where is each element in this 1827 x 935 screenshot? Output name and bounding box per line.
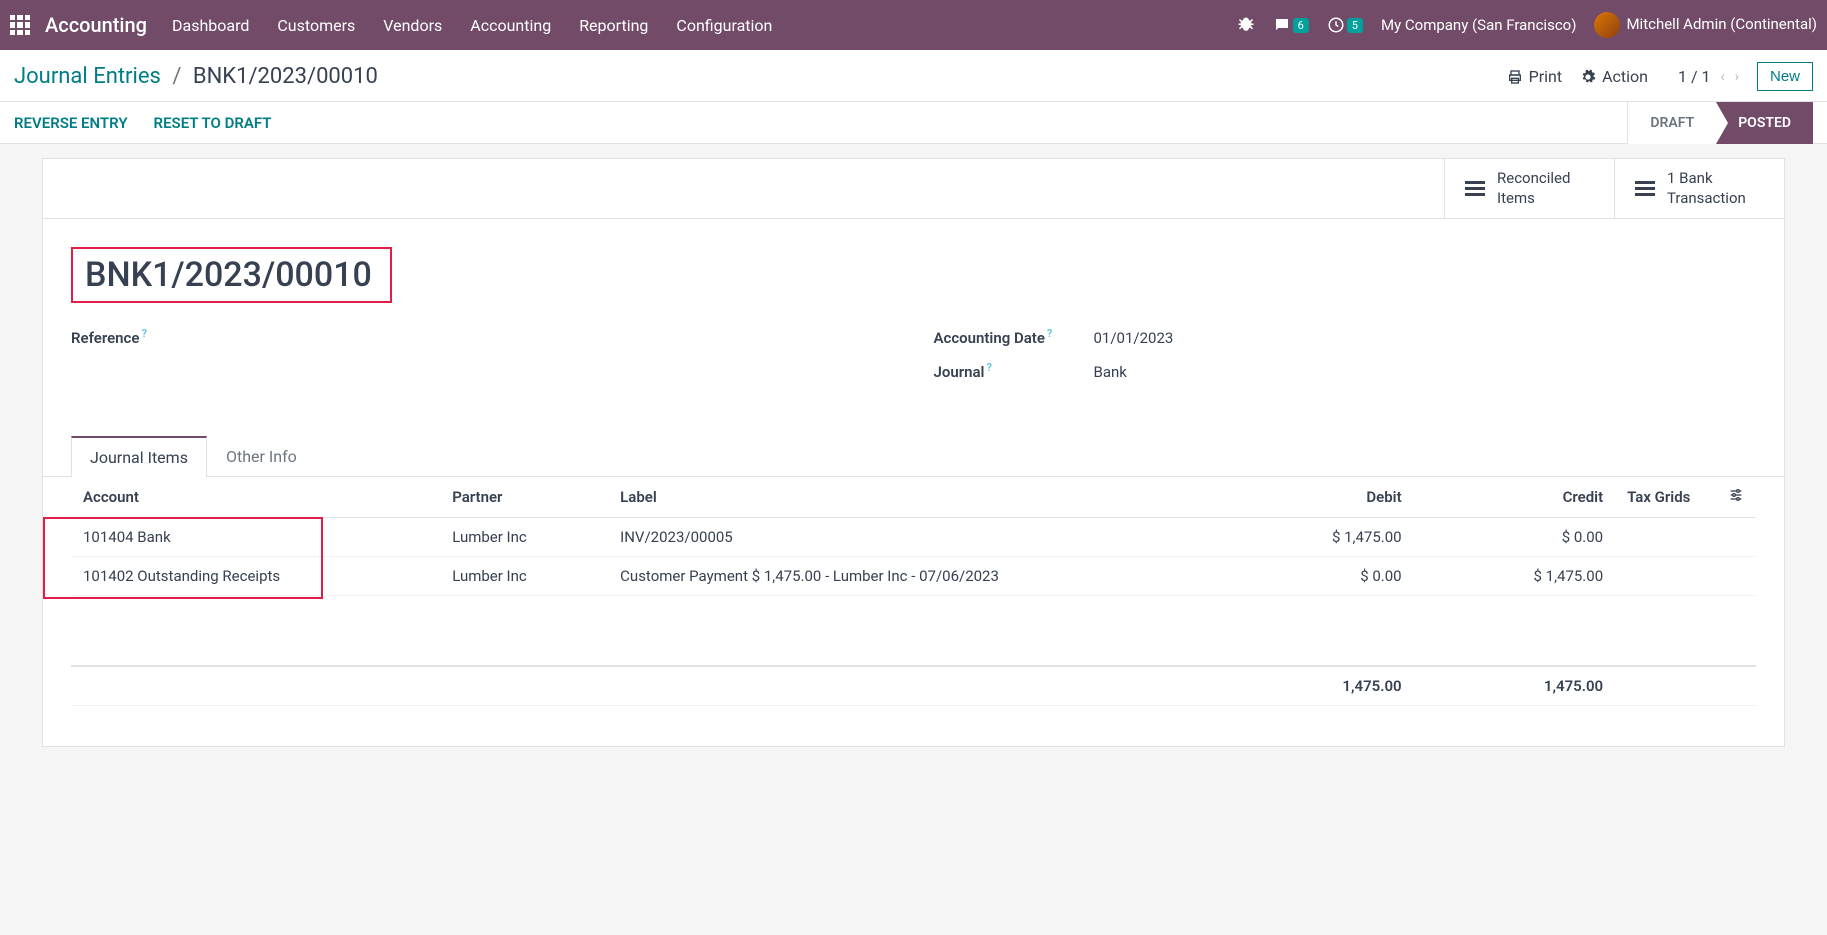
status-posted[interactable]: POSTED [1716, 102, 1813, 144]
chat-icon[interactable]: 6 [1273, 16, 1309, 34]
breadcrumb-root[interactable]: Journal Entries [14, 64, 161, 89]
accounting-date-value[interactable]: 01/01/2023 [1094, 329, 1174, 347]
action-button[interactable]: Action [1580, 67, 1648, 86]
list-icon [1465, 181, 1485, 196]
company-selector[interactable]: My Company (San Francisco) [1381, 16, 1576, 34]
pager-prev-icon[interactable]: ‹ [1721, 69, 1725, 85]
entry-title-highlight: BNK1/2023/00010 [71, 247, 392, 303]
bank-transaction-button[interactable]: 1 BankTransaction [1614, 159, 1784, 218]
menu-dashboard[interactable]: Dashboard [172, 16, 249, 35]
apps-icon[interactable] [10, 15, 30, 35]
cell-label: Customer Payment $ 1,475.00 - Lumber Inc… [608, 557, 1212, 596]
totals-row: 1,475.00 1,475.00 [71, 666, 1756, 706]
cell-account: 101404 Bank [71, 518, 440, 557]
col-label[interactable]: Label [608, 477, 1212, 518]
list-icon [1635, 181, 1655, 196]
menu-accounting[interactable]: Accounting [470, 16, 551, 35]
table-row[interactable]: 101402 Outstanding Receipts Lumber Inc C… [71, 557, 1756, 596]
col-tax-grids[interactable]: Tax Grids [1615, 477, 1716, 518]
user-menu[interactable]: Mitchell Admin (Continental) [1594, 12, 1817, 38]
cell-debit: $ 1,475.00 [1212, 518, 1414, 557]
accounting-date-label: Accounting Date? [934, 327, 1094, 347]
main-menu: Dashboard Customers Vendors Accounting R… [172, 16, 1237, 35]
menu-vendors[interactable]: Vendors [383, 16, 442, 35]
bug-icon[interactable] [1237, 16, 1255, 34]
menu-customers[interactable]: Customers [277, 16, 355, 35]
status-draft[interactable]: DRAFT [1628, 102, 1716, 144]
cell-tax [1615, 518, 1716, 557]
reconciled-items-button[interactable]: ReconciledItems [1444, 159, 1614, 218]
breadcrumb-current: BNK1/2023/00010 [193, 64, 378, 89]
print-icon [1507, 69, 1523, 85]
journal-label: Journal? [934, 361, 1094, 381]
reference-label: Reference? [71, 327, 231, 347]
clock-badge: 5 [1347, 18, 1363, 33]
menu-configuration[interactable]: Configuration [676, 16, 772, 35]
cell-account: 101402 Outstanding Receipts [71, 557, 440, 596]
total-credit: 1,475.00 [1414, 666, 1616, 706]
empty-row [71, 596, 1756, 666]
new-button[interactable]: New [1757, 62, 1813, 91]
tab-other-info[interactable]: Other Info [207, 436, 316, 477]
chat-badge: 6 [1293, 18, 1309, 33]
menu-reporting[interactable]: Reporting [579, 16, 648, 35]
col-account[interactable]: Account [71, 477, 440, 518]
help-icon[interactable]: ? [1047, 327, 1052, 340]
col-credit[interactable]: Credit [1414, 477, 1616, 518]
cell-label: INV/2023/00005 [608, 518, 1212, 557]
gear-icon [1580, 69, 1596, 85]
pager: 1 / 1 ‹ › [1678, 67, 1739, 86]
action-bar: REVERSE ENTRY RESET TO DRAFT DRAFT POSTE… [0, 102, 1827, 144]
stat-buttons: ReconciledItems 1 BankTransaction [43, 159, 1784, 219]
cell-credit: $ 1,475.00 [1414, 557, 1616, 596]
cell-tax [1615, 557, 1716, 596]
print-button[interactable]: Print [1507, 67, 1562, 86]
entry-title: BNK1/2023/00010 [85, 255, 372, 295]
form-sheet: ReconciledItems 1 BankTransaction BNK1/2… [42, 158, 1785, 747]
user-name: Mitchell Admin (Continental) [1626, 15, 1817, 33]
journal-items-table: Account Partner Label Debit Credit Tax G… [71, 477, 1756, 706]
reverse-entry-button[interactable]: REVERSE ENTRY [14, 114, 128, 132]
pager-next-icon[interactable]: › [1735, 69, 1739, 85]
reset-to-draft-button[interactable]: RESET TO DRAFT [154, 114, 272, 132]
cell-partner: Lumber Inc [440, 557, 608, 596]
table-settings-icon[interactable] [1716, 477, 1756, 518]
avatar [1594, 12, 1620, 38]
clock-icon[interactable]: 5 [1327, 16, 1363, 34]
breadcrumb: Journal Entries / BNK1/2023/00010 [14, 64, 1489, 89]
header-row: Journal Entries / BNK1/2023/00010 Print … [0, 50, 1827, 102]
cell-partner: Lumber Inc [440, 518, 608, 557]
tab-journal-items[interactable]: Journal Items [71, 436, 207, 477]
table-row[interactable]: 101404 Bank Lumber Inc INV/2023/00005 $ … [71, 518, 1756, 557]
help-icon[interactable]: ? [141, 327, 146, 340]
col-debit[interactable]: Debit [1212, 477, 1414, 518]
top-navbar: Accounting Dashboard Customers Vendors A… [0, 0, 1827, 50]
app-brand[interactable]: Accounting [45, 13, 147, 37]
pager-text: 1 / 1 [1678, 67, 1711, 86]
cell-credit: $ 0.00 [1414, 518, 1616, 557]
status-bar: DRAFT POSTED [1627, 102, 1813, 144]
journal-value[interactable]: Bank [1094, 363, 1127, 381]
tabs: Journal Items Other Info [43, 435, 1784, 477]
table-header-row: Account Partner Label Debit Credit Tax G… [71, 477, 1756, 518]
cell-debit: $ 0.00 [1212, 557, 1414, 596]
col-partner[interactable]: Partner [440, 477, 608, 518]
help-icon[interactable]: ? [986, 361, 991, 374]
total-debit: 1,475.00 [1212, 666, 1414, 706]
